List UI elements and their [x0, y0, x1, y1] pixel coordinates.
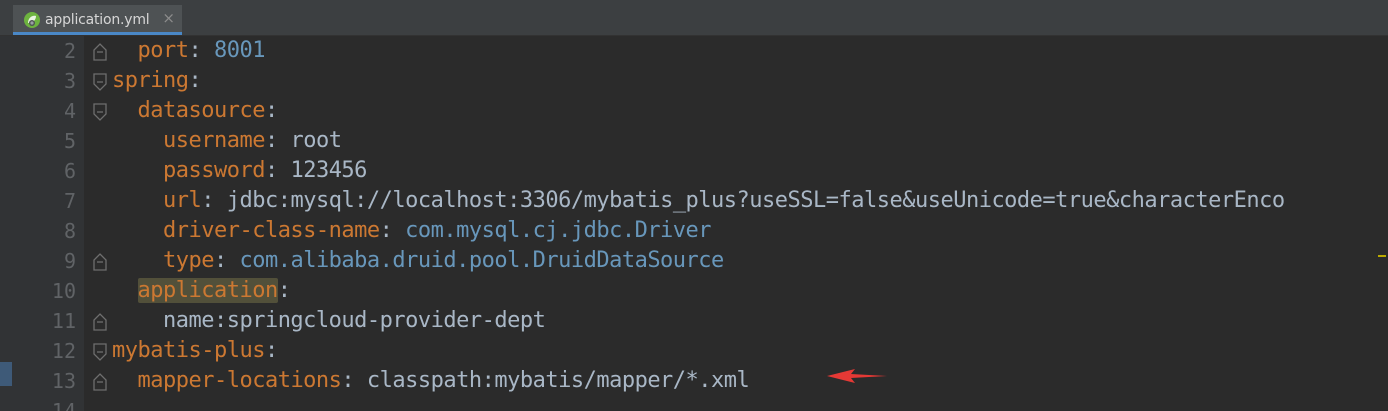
code-line[interactable]: 8 driver-class-name: com.mysql.cj.jdbc.D…: [64, 216, 1388, 246]
code-line[interactable]: 10 application:: [52, 276, 1388, 306]
code-text: spring:: [112, 66, 202, 96]
code-line[interactable]: 12 mybatis-plus:: [52, 336, 1388, 366]
line-number[interactable]: 6: [32, 156, 76, 186]
tab-filename-label: application.yml: [45, 12, 150, 28]
fold-open-icon[interactable]: [91, 101, 111, 123]
line-number[interactable]: 2: [32, 36, 76, 66]
spring-leaf-icon: [24, 12, 40, 28]
code-line[interactable]: 3 spring:: [64, 66, 1388, 96]
yaml-key: driver-class-name: [162, 218, 380, 243]
fold-end-icon[interactable]: [91, 311, 111, 333]
code-text: name:springcloud-provider-dept: [112, 306, 546, 336]
line-number[interactable]: 3: [32, 66, 76, 96]
yaml-value: root: [290, 128, 342, 153]
code-line[interactable]: 2 port: 8001: [64, 36, 1388, 66]
fold-open-icon[interactable]: [91, 341, 111, 363]
code-text: mapper-locations: classpath:mybatis/mapp…: [112, 366, 750, 396]
yaml-value: com.alibaba.druid.pool.DruidDataSource: [239, 248, 724, 273]
editor-tab-bar: application.yml ×: [0, 0, 1388, 36]
yaml-separator: :: [213, 248, 240, 273]
code-text: application:: [112, 276, 291, 306]
structure-marker[interactable]: [0, 362, 12, 386]
yaml-key: url: [162, 188, 202, 213]
code-line[interactable]: 11 name:springcloud-provider-dept: [52, 306, 1388, 336]
yaml-value: com.mysql.cj.jdbc.Driver: [405, 218, 712, 243]
code-text: datasource:: [112, 96, 279, 126]
tab-application-yml[interactable]: application.yml ×: [13, 5, 182, 35]
code-text: driver-class-name: com.mysql.cj.jdbc.Dri…: [112, 216, 712, 246]
line-number[interactable]: 12: [32, 336, 76, 366]
line-number[interactable]: 8: [32, 216, 76, 246]
fold-open-icon[interactable]: [91, 71, 111, 93]
line-number[interactable]: 10: [32, 276, 76, 306]
line-number[interactable]: 4: [32, 96, 76, 126]
code-text: mybatis-plus:: [112, 336, 278, 366]
code-text: password: 123456: [112, 156, 367, 186]
code-editor[interactable]: 2 port: 8001 3 spring: 4 datasource: 5 usern…: [52, 36, 1388, 411]
yaml-separator: :: [188, 68, 202, 93]
yaml-separator: :: [201, 188, 227, 213]
yaml-separator: :: [264, 98, 278, 123]
line-number[interactable]: 7: [32, 186, 76, 216]
code-line[interactable]: 9 type: com.alibaba.druid.pool.DruidData…: [64, 246, 1388, 276]
ide-editor-window: application.yml × 2 port: 8001 3 spring: 4 …: [0, 0, 1388, 411]
yaml-key: password: [162, 158, 265, 183]
annotation-arrow-icon: [827, 369, 887, 383]
code-text: type: com.alibaba.druid.pool.DruidDataSo…: [112, 246, 724, 276]
code-line[interactable]: 6 password: 123456: [64, 156, 1388, 186]
active-tab-indicator: [13, 32, 182, 35]
yaml-value: name:springcloud-provider-dept: [162, 308, 546, 333]
code-text: url: jdbc:mysql://localhost:3306/mybatis…: [112, 186, 1285, 216]
line-number[interactable]: 13: [32, 366, 76, 396]
line-number[interactable]: 5: [32, 126, 76, 156]
yaml-separator: :: [379, 218, 406, 243]
line-number[interactable]: 14: [32, 396, 76, 411]
scroll-marker: [1378, 255, 1386, 257]
yaml-key: datasource: [137, 98, 266, 123]
fold-end-icon[interactable]: [91, 371, 111, 393]
line-number[interactable]: 11: [32, 306, 76, 336]
yaml-separator: :: [341, 368, 367, 393]
code-line[interactable]: 5 username: root: [64, 126, 1388, 156]
yaml-separator: :: [264, 338, 278, 363]
yaml-key: username: [162, 128, 265, 153]
yaml-key: mapper-locations: [137, 368, 342, 393]
code-text: port: 8001: [112, 36, 266, 66]
fold-end-icon[interactable]: [91, 251, 111, 273]
fold-end-icon[interactable]: [91, 41, 111, 63]
yaml-separator: :: [264, 158, 291, 183]
code-text: username: root: [112, 126, 342, 156]
yaml-key: mybatis-plus: [112, 338, 265, 363]
yaml-key: spring: [112, 68, 189, 93]
yaml-separator: :: [188, 38, 214, 63]
yaml-value: jdbc:mysql://localhost:3306/mybatis_plus…: [226, 188, 1285, 213]
code-line[interactable]: 7 url: jdbc:mysql://localhost:3306/mybat…: [64, 186, 1388, 216]
yaml-separator: :: [277, 278, 291, 303]
yaml-key: type: [162, 248, 214, 273]
left-tool-strip: [0, 36, 12, 411]
code-line[interactable]: 13 mapper-locations: classpath:mybatis/m…: [52, 366, 1388, 396]
yaml-key: application: [137, 278, 278, 303]
line-number[interactable]: 9: [32, 246, 76, 276]
yaml-key: port: [137, 38, 189, 63]
yaml-value: classpath:mybatis/mapper/*.xml: [366, 368, 750, 393]
yaml-value: 8001: [213, 38, 265, 63]
code-line[interactable]: 4 datasource:: [64, 96, 1388, 126]
yaml-separator: :: [264, 128, 291, 153]
tab-close-icon[interactable]: ×: [162, 11, 175, 26]
code-line[interactable]: 14: [52, 396, 1388, 411]
yaml-value: 123456: [290, 158, 367, 183]
